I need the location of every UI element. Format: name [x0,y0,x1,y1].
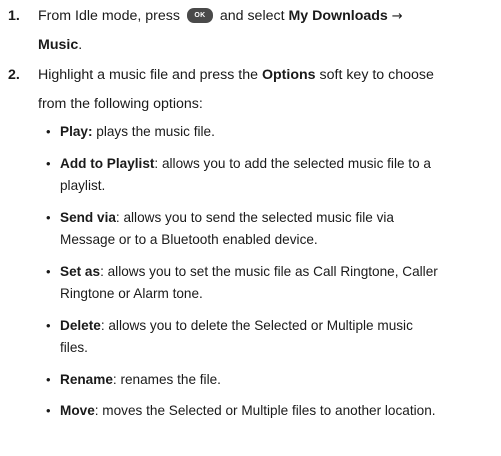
option-desc-line-1: plays the music file. [96,124,215,139]
option-desc-line-1: : allows you to delete the Selected or M… [100,318,413,333]
bullet: • [46,210,51,225]
step-2-text-post: soft key to choose [319,67,434,83]
option-desc-line-1: : allows you to send the selected music … [115,210,394,225]
step-1-body: From Idle mode, press OK and select My D… [38,2,493,60]
option-desc-line-1: : allows you to add the selected music f… [154,156,431,171]
option-name: Send via [60,210,116,225]
option-name: Set as [60,264,101,279]
ok-key-icon: OK [186,7,213,23]
step-1-line-2: Music. [38,31,493,60]
step-1-period: . [78,37,83,53]
option-desc-line-1: : moves the Selected or Multiple files t… [94,403,436,418]
menu-path-music: Music [38,37,79,53]
option-desc-line-2: Message or to a Bluetooth enabled device… [60,232,318,247]
option-name: Add to Playlist [60,156,155,171]
options-softkey-label: Options [261,67,316,83]
bullet: • [46,264,51,279]
option-desc-line-1: : allows you to set the music file as Ca… [100,264,438,279]
bullet: • [46,124,51,139]
option-desc-line-2: playlist. [60,178,106,193]
bullet: • [46,372,51,387]
bullet: • [46,318,51,333]
step-1-line-1: From Idle mode, press OK and select My D… [38,2,493,31]
step-number: 2. [8,67,20,83]
option-desc-line-1: : renames the file. [112,372,221,387]
step-2-text-pre: Highlight a music file and press the [38,67,259,83]
option-name: Delete [60,318,101,333]
option-name: Move [60,403,95,418]
step-2-body: Highlight a music file and press the Opt… [38,61,493,119]
step-2-line-1: Highlight a music file and press the Opt… [38,61,493,90]
step-1-text-before: From Idle mode, press [38,8,180,24]
right-arrow-icon: → [391,9,403,24]
option-desc-line-2: files. [60,340,88,355]
menu-path-my-downloads: My Downloads [288,8,388,24]
option-name: Rename [60,372,113,387]
step-number: 1. [8,8,20,24]
option-name: Play: [60,124,93,139]
option-desc-line-2: Ringtone or Alarm tone. [60,286,203,301]
bullet: • [46,156,51,171]
instruction-page: 1. From Idle mode, press OK and select M… [0,0,501,456]
bullet: • [46,403,51,418]
step-2-line-2: from the following options: [38,96,203,112]
step-1-text-after: and select [219,8,285,24]
